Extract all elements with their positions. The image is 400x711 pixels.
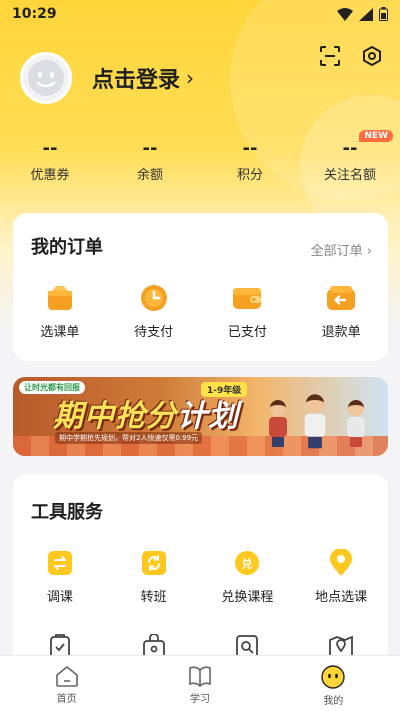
orders-title: 我的订单 <box>31 237 103 258</box>
order-item-cart[interactable]: 选课单 <box>20 283 100 340</box>
banner-illustration-kid <box>346 400 366 450</box>
transfer-icon <box>139 548 169 578</box>
tool-item-label: 调课 <box>46 590 73 605</box>
chevron-right-icon[interactable]: › <box>186 66 194 90</box>
top-actions <box>318 44 384 68</box>
order-item-label: 选课单 <box>40 325 80 340</box>
tab-home[interactable]: 首页 <box>27 656 107 711</box>
tool-item-redeem[interactable]: 兑 兑换课程 <box>207 548 287 605</box>
home-icon <box>55 665 78 687</box>
scan-icon[interactable] <box>318 44 342 68</box>
tool-item-reschedule[interactable]: 调课 <box>20 548 100 605</box>
location-icon <box>326 548 356 578</box>
tab-mine[interactable]: 我的 <box>293 656 373 711</box>
avatar-face-icon <box>28 60 64 96</box>
swap-icon <box>45 548 75 578</box>
book-icon <box>189 666 211 687</box>
all-orders-link[interactable]: 全部订单 › <box>311 240 372 259</box>
order-item-label: 退款单 <box>321 325 361 340</box>
tab-label: 我的 <box>323 696 344 707</box>
wallet-icon <box>232 283 262 313</box>
stat-value: -- <box>242 138 258 159</box>
banner-illustration-kid <box>304 394 327 452</box>
login-prompt[interactable]: 点击登录 <box>92 62 180 94</box>
profile-login-row[interactable]: 点击登录 › <box>20 52 194 104</box>
tool-item-label: 地点选课 <box>315 590 368 605</box>
banner-subtitle: 期中学期抢先规划，帮对2人快速仅需0.99元 <box>55 432 203 444</box>
profile-face-icon <box>321 665 346 689</box>
tab-study[interactable]: 学习 <box>160 656 240 711</box>
chevron-right-icon: › <box>366 244 372 259</box>
account-stats: -- 优惠券 -- 余额 -- 积分 NEW -- 关注名额 <box>0 130 400 183</box>
tool-item-transfer[interactable]: 转班 <box>114 548 194 605</box>
status-time: 10:29 <box>12 6 57 22</box>
battery-icon <box>379 7 388 21</box>
all-orders-label: 全部订单 <box>310 244 363 259</box>
tab-label: 学习 <box>189 694 210 705</box>
stat-follow-quota[interactable]: NEW -- 关注名额 <box>305 130 395 183</box>
banner-headline-b: 计划 <box>177 399 239 434</box>
stat-label: 余额 <box>136 168 163 183</box>
bottom-tab-bar: 首页 学习 我的 <box>0 655 400 711</box>
tool-item-label: 转班 <box>140 590 167 605</box>
order-item-pending[interactable]: 待支付 <box>114 283 194 340</box>
orders-grid: 选课单 待支付 已支付 退款单 <box>13 283 388 340</box>
new-badge: NEW <box>359 130 393 142</box>
banner-headline-a: 期中抢分 <box>53 399 177 434</box>
my-orders-card: 我的订单 全部订单 › 选课单 待支付 已支付 退款单 <box>13 213 388 361</box>
refund-icon <box>326 283 356 313</box>
clock-icon <box>139 283 169 313</box>
stat-coupons[interactable]: -- 优惠券 <box>5 138 95 183</box>
order-item-refund[interactable]: 退款单 <box>301 283 381 340</box>
svg-text:兑: 兑 <box>242 557 253 571</box>
tools-title: 工具服务 <box>31 502 103 523</box>
stat-label: 积分 <box>236 168 263 183</box>
tool-services-card: 工具服务 调课 转班 兑 兑换课程 地点选课 <box>13 474 388 674</box>
settings-hexagon-icon[interactable] <box>360 44 384 68</box>
status-bar: 10:29 <box>0 0 400 28</box>
stat-value: -- <box>142 138 158 159</box>
stat-label: 优惠券 <box>30 168 70 183</box>
banner-illustration-kid <box>268 400 288 450</box>
stat-value: -- <box>42 138 58 159</box>
tool-item-location[interactable]: 地点选课 <box>301 548 381 605</box>
avatar[interactable] <box>20 52 72 104</box>
order-item-label: 已支付 <box>227 325 267 340</box>
order-item-paid[interactable]: 已支付 <box>207 283 287 340</box>
signal-icon <box>359 7 373 21</box>
stat-points[interactable]: -- 积分 <box>205 138 295 183</box>
bag-icon <box>45 283 75 313</box>
exchange-icon: 兑 <box>232 548 262 578</box>
banner-headline: 期中抢分计划 <box>53 391 239 435</box>
wifi-icon <box>337 7 353 21</box>
stat-balance[interactable]: -- 余额 <box>105 138 195 183</box>
tab-label: 首页 <box>56 694 77 705</box>
order-item-label: 待支付 <box>134 325 174 340</box>
tool-item-label: 兑换课程 <box>221 590 274 605</box>
stat-label: 关注名额 <box>323 168 376 183</box>
promo-banner[interactable]: 让时光都有回报 1-9年级 期中抢分计划 期中学期抢先规划，帮对2人快速仅需0.… <box>13 377 388 456</box>
tools-grid: 调课 转班 兑 兑换课程 地点选课 <box>13 548 388 605</box>
